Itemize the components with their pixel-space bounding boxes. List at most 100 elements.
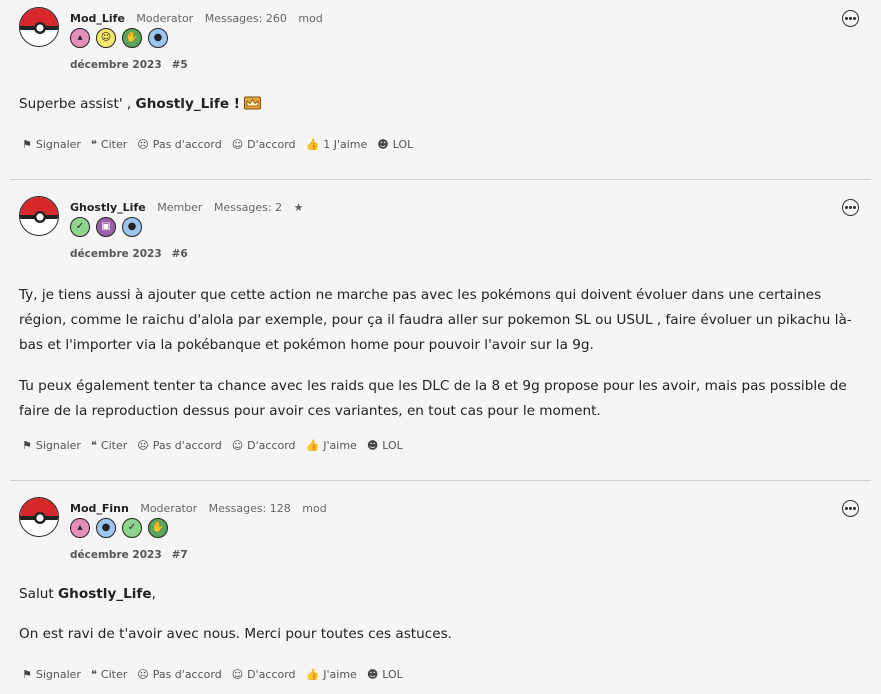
post-menu-button[interactable] <box>842 500 859 517</box>
post-paragraph: Superbe assist' , Ghostly_Life ! <box>19 92 869 117</box>
post-date[interactable]: décembre 2023 <box>70 248 162 260</box>
disagree-button[interactable]: ☹ Pas d'accord <box>137 138 221 151</box>
speech-bubble-icon[interactable]: ● <box>148 28 168 48</box>
post-actions: ⚑ Signaler ❝ Citer ☹ Pas d'accord ☺ D'accord… <box>22 138 413 151</box>
badge-row: ✓ ▣ ● <box>70 217 142 237</box>
avatar[interactable] <box>19 497 59 537</box>
smiley-icon[interactable]: ☺ <box>96 28 116 48</box>
action-label: LOL <box>382 668 403 681</box>
like-button[interactable]: 👍 1 J'aime <box>306 138 368 151</box>
post-date[interactable]: décembre 2023 <box>70 59 162 71</box>
checkmark-icon[interactable]: ✓ <box>122 518 142 538</box>
mention: Ghostly_Life <box>58 586 152 602</box>
quote-icon: ❝ <box>90 439 97 452</box>
laugh-icon: ☻ <box>366 439 379 452</box>
action-label: Citer <box>100 439 128 452</box>
quote-button[interactable]: ❝ Citer <box>91 138 127 151</box>
quote-icon: ❝ <box>90 138 97 151</box>
username[interactable]: Mod_Life <box>70 12 125 25</box>
post-actions: ⚑ Signaler ❝ Citer ☹ Pas d'accord ☺ D'accord… <box>22 439 403 452</box>
frown-icon: ☹ <box>137 138 149 151</box>
post-body: Ty, je tiens aussi à ajouter que cette a… <box>19 283 869 424</box>
like-button[interactable]: 👍 J'aime <box>306 668 357 681</box>
text: , <box>151 586 156 602</box>
post-number[interactable]: #7 <box>172 549 188 561</box>
badge-row: ▴ ● ✓ ✋ <box>70 518 168 538</box>
crown-icon <box>244 96 262 110</box>
post-date-line: décembre 2023 #7 <box>70 549 188 561</box>
thumbs-up-icon: 👍 <box>305 138 320 151</box>
username[interactable]: Mod_Finn <box>70 502 129 515</box>
post-number[interactable]: #6 <box>172 248 188 260</box>
post-date-line: décembre 2023 #6 <box>70 248 188 260</box>
flag-icon: ⚑ <box>22 138 32 151</box>
action-label: D'accord <box>247 138 296 151</box>
action-label: Citer <box>100 138 128 151</box>
report-button[interactable]: ⚑ Signaler <box>22 138 81 151</box>
message-count: Messages: 260 <box>204 12 287 25</box>
post-date[interactable]: décembre 2023 <box>70 549 162 561</box>
agree-button[interactable]: ☺ D'accord <box>232 138 296 151</box>
user-meta: Ghostly_Life Member Messages: 2 ★ <box>70 201 311 217</box>
cake-icon[interactable]: ▴ <box>70 28 90 48</box>
post-paragraph: On est ravi de t'avoir avec nous. Merci … <box>19 626 452 642</box>
post-menu-button[interactable] <box>842 199 859 216</box>
disagree-button[interactable]: ☹ Pas d'accord <box>137 668 221 681</box>
user-extra: mod <box>302 502 327 515</box>
thumbs-up-icon[interactable]: ✋ <box>122 28 142 48</box>
text: Salut <box>19 586 59 602</box>
action-label: Signaler <box>35 138 81 151</box>
cake-icon[interactable]: ▴ <box>70 518 90 538</box>
text: Superbe assist' , <box>19 96 136 112</box>
flag-icon: ⚑ <box>22 668 32 681</box>
smile-icon: ☺ <box>231 439 244 452</box>
action-label: Pas d'accord <box>152 439 222 452</box>
quote-icon: ❝ <box>90 668 97 681</box>
thumbs-up-icon: 👍 <box>305 668 320 681</box>
quote-button[interactable]: ❝ Citer <box>91 668 127 681</box>
badge-row: ▴ ☺ ✋ ● <box>70 28 168 48</box>
phone-icon[interactable]: ▣ <box>96 217 116 237</box>
action-label: D'accord <box>247 439 296 452</box>
thumbs-up-icon[interactable]: ✋ <box>148 518 168 538</box>
post-paragraph: Ty, je tiens aussi à ajouter que cette a… <box>19 287 852 353</box>
user-extra: ★ <box>293 201 304 214</box>
speech-bubble-icon[interactable]: ● <box>96 518 116 538</box>
lol-button[interactable]: ☻ LOL <box>367 668 403 681</box>
avatar[interactable] <box>19 196 59 236</box>
action-label: 1 J'aime <box>323 138 368 151</box>
avatar[interactable] <box>19 7 59 47</box>
post-number[interactable]: #5 <box>172 59 188 71</box>
speech-bubble-icon[interactable]: ● <box>122 217 142 237</box>
lol-button[interactable]: ☻ LOL <box>367 439 403 452</box>
frown-icon: ☹ <box>137 439 149 452</box>
lol-button[interactable]: ☻ LOL <box>377 138 413 151</box>
disagree-button[interactable]: ☹ Pas d'accord <box>137 439 221 452</box>
smile-icon: ☺ <box>231 138 244 151</box>
user-meta: Mod_Finn Moderator Messages: 128 mod <box>70 502 335 518</box>
checkmark-icon[interactable]: ✓ <box>70 217 90 237</box>
action-label: Pas d'accord <box>152 138 222 151</box>
thumbs-up-icon: 👍 <box>305 439 320 452</box>
like-button[interactable]: 👍 J'aime <box>306 439 357 452</box>
post-menu-button[interactable] <box>842 10 859 27</box>
action-label: J'aime <box>323 668 357 681</box>
quote-button[interactable]: ❝ Citer <box>91 439 127 452</box>
action-label: Signaler <box>35 668 81 681</box>
post-divider <box>10 179 871 180</box>
post-body: Salut Ghostly_Life, On est ravi de t'avo… <box>19 582 869 647</box>
post-actions: ⚑ Signaler ❝ Citer ☹ Pas d'accord ☺ D'accord… <box>22 668 403 681</box>
message-count: Messages: 2 <box>213 201 283 214</box>
post-paragraph: Salut Ghostly_Life, <box>19 582 869 607</box>
smile-icon: ☺ <box>231 668 244 681</box>
action-label: LOL <box>382 439 403 452</box>
laugh-icon: ☻ <box>366 668 379 681</box>
user-role: Moderator <box>136 12 194 25</box>
report-button[interactable]: ⚑ Signaler <box>22 439 81 452</box>
agree-button[interactable]: ☺ D'accord <box>232 439 296 452</box>
post-paragraph: Tu peux également tenter ta chance avec … <box>19 378 847 419</box>
report-button[interactable]: ⚑ Signaler <box>22 668 81 681</box>
agree-button[interactable]: ☺ D'accord <box>232 668 296 681</box>
user-role: Moderator <box>140 502 198 515</box>
username[interactable]: Ghostly_Life <box>70 201 146 214</box>
